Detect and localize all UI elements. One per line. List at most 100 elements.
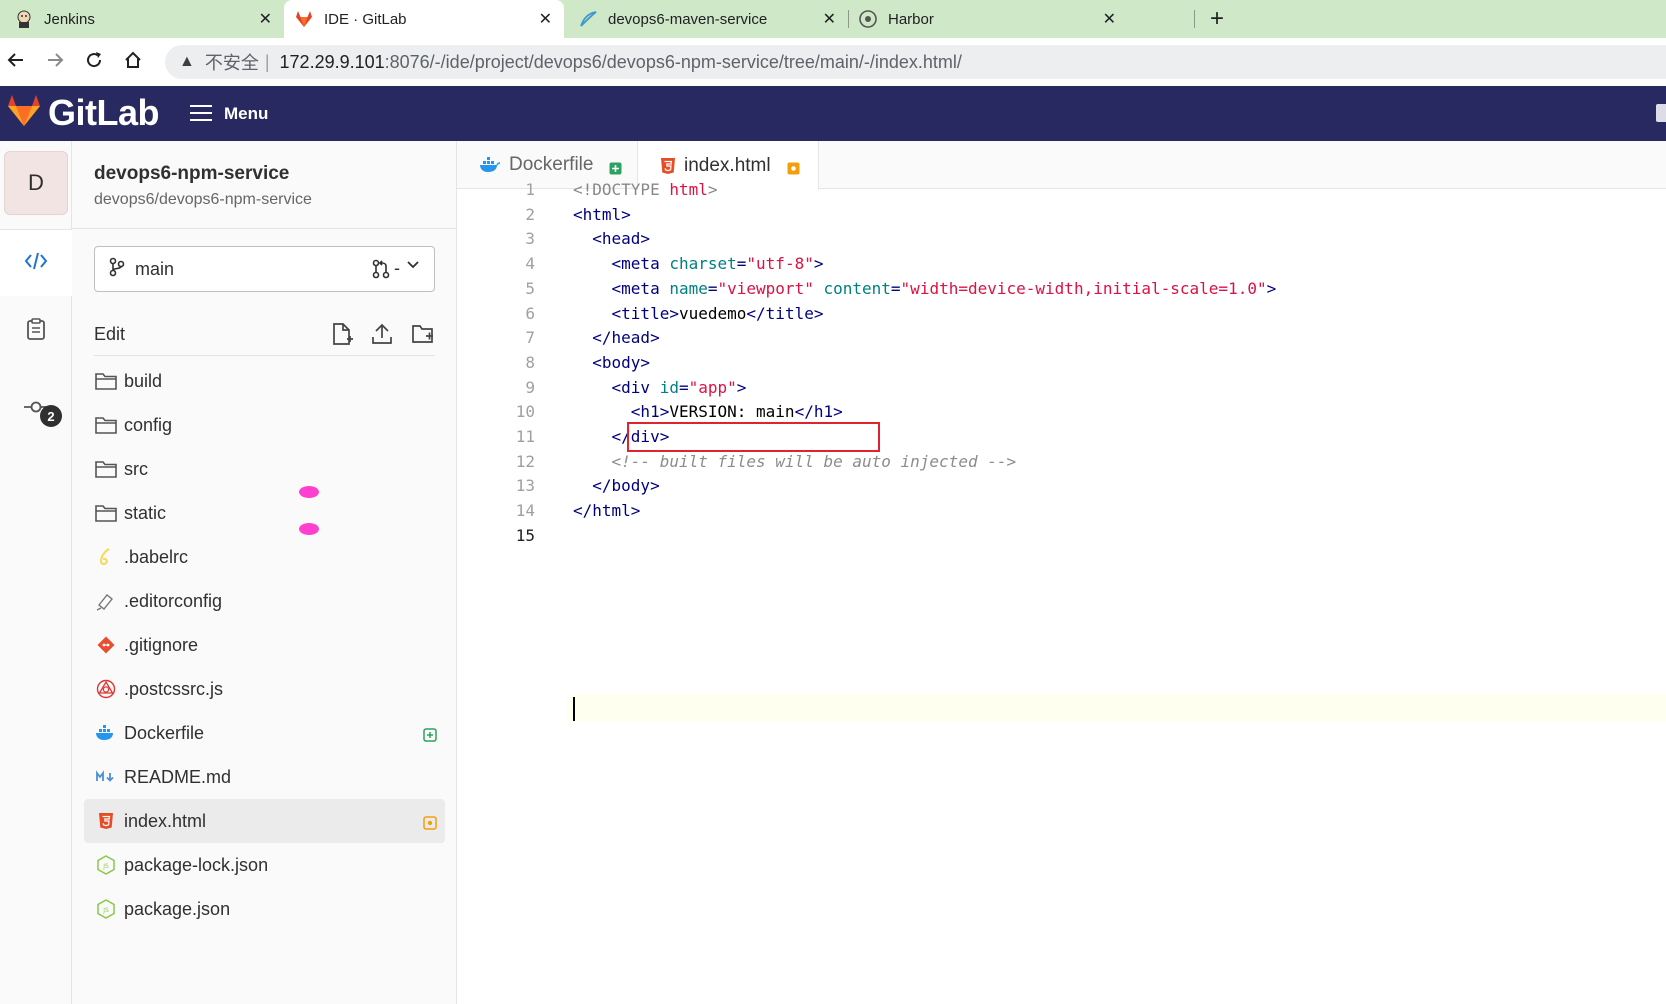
browser-tab-strip: Jenkins ✕ IDE · GitLab ✕ devops6-maven-s…	[0, 0, 1666, 38]
code-token: >	[1266, 278, 1277, 298]
new-tab-button[interactable]: +	[1210, 5, 1224, 33]
file-tree-item[interactable]: .gitignore	[84, 623, 445, 667]
harbor-icon	[858, 9, 878, 29]
code-token: >	[736, 377, 747, 397]
code-line: </body>	[573, 476, 660, 496]
code-token: =	[736, 254, 747, 274]
line-number: 9	[525, 377, 535, 397]
address-bar[interactable]: ▲ 不安全 | 172.29.9.101 :8076/-/ide/project…	[165, 45, 1666, 79]
close-icon[interactable]: ✕	[539, 9, 552, 29]
browser-tab-gitlab-ide[interactable]: IDE · GitLab ✕	[284, 0, 564, 38]
editorconfig-icon	[94, 589, 118, 613]
file-tree-item[interactable]: index.html	[84, 799, 445, 843]
code-token: =	[678, 377, 689, 397]
line-number: 12	[515, 451, 535, 471]
rail-review-mode[interactable]	[0, 301, 72, 361]
new-folder-icon[interactable]	[411, 322, 435, 351]
folder-icon	[94, 413, 118, 437]
file-tree-item[interactable]: README.md	[84, 755, 445, 799]
clipboard-icon	[27, 317, 45, 345]
file-tree-item[interactable]: .postcssrc.js	[84, 667, 445, 711]
close-icon[interactable]: ✕	[1103, 9, 1116, 29]
file-tree-item-label: .gitignore	[124, 634, 199, 655]
project-path: devops6/devops6-npm-service	[94, 191, 312, 208]
rail-commit-mode[interactable]	[0, 379, 72, 439]
jenkins-icon	[14, 9, 34, 29]
back-icon[interactable]	[6, 50, 26, 76]
line-number: 6	[525, 303, 535, 323]
code-token: </body>	[592, 476, 660, 496]
file-tree-item[interactable]: .editorconfig	[84, 579, 445, 623]
code-token: <body>	[592, 352, 651, 372]
code-token: vuedemo	[678, 303, 747, 323]
gitlab-icon	[294, 9, 314, 29]
file-tree-item-label: Dockerfile	[124, 722, 205, 743]
current-line-highlight	[567, 694, 1666, 722]
line-number: 5	[525, 278, 535, 298]
header-overflow-icon[interactable]	[1656, 104, 1666, 122]
file-tree-item-label: .editorconfig	[124, 590, 223, 611]
edit-label: Edit	[94, 324, 126, 344]
code-token: html	[669, 180, 708, 199]
file-added-icon	[423, 726, 437, 742]
gitlab-home-link[interactable]: GitLab	[6, 92, 160, 134]
git-icon	[94, 633, 118, 657]
close-icon[interactable]: ✕	[823, 9, 836, 29]
code-line: <meta charset="utf-8">	[573, 254, 824, 274]
browser-tab-title: Jenkins	[44, 10, 95, 28]
folder-icon	[94, 501, 118, 525]
file-tree-item[interactable]: JS package.json	[84, 887, 445, 931]
code-token: >	[707, 180, 718, 199]
edit-actions	[331, 322, 435, 351]
file-tree-item[interactable]: src	[84, 447, 445, 491]
project-name[interactable]: devops6-npm-service	[94, 163, 289, 185]
file-tree-item[interactable]: .babelrc	[84, 535, 445, 579]
svg-text:JS: JS	[102, 907, 109, 914]
upload-icon[interactable]	[371, 322, 393, 351]
file-tree-item[interactable]: build	[84, 359, 445, 403]
new-file-icon[interactable]	[331, 322, 353, 351]
hamburger-icon	[190, 101, 212, 127]
line-number: 10	[515, 402, 535, 422]
merge-request-value: -	[394, 258, 400, 278]
line-number: 3	[525, 229, 535, 249]
file-tree-item[interactable]: Dockerfile	[84, 711, 445, 755]
file-tree-item-label: .babelrc	[124, 546, 189, 567]
branch-icon	[109, 257, 125, 282]
file-tree-item[interactable]: JS package-lock.json	[84, 843, 445, 887]
project-avatar[interactable]: D	[4, 151, 68, 215]
forward-icon[interactable]	[45, 50, 65, 76]
close-icon[interactable]: ✕	[259, 9, 272, 29]
rail-edit-mode[interactable]	[0, 230, 72, 296]
home-icon[interactable]	[123, 50, 143, 76]
menu-button[interactable]: Menu	[190, 101, 268, 127]
nodejs-icon: JS	[94, 897, 118, 921]
reload-icon[interactable]	[84, 50, 104, 76]
ide-activity-rail: D	[0, 141, 72, 1004]
file-tree-panel: devops6-npm-service devops6/devops6-npm-…	[72, 141, 457, 1004]
file-modified-icon	[787, 159, 800, 175]
line-number: 13	[515, 476, 535, 496]
branch-dropdown[interactable]: main -	[94, 246, 435, 292]
browser-tab-maven-service[interactable]: devops6-maven-service ✕	[578, 0, 848, 38]
nodejs-icon: JS	[94, 853, 118, 877]
file-tree-item[interactable]: static	[84, 491, 445, 535]
project-header: devops6-npm-service devops6/devops6-npm-…	[72, 141, 457, 229]
text-caret	[573, 697, 575, 721]
code-editor: Dockerfile index.html 1 2 3 4 5 6 7 8 9 10 11 12 13 1…	[457, 141, 1666, 1004]
browser-tab-jenkins[interactable]: Jenkins ✕	[14, 0, 284, 38]
markdown-icon	[94, 765, 118, 789]
code-line: <meta name="viewport" content="width=dev…	[573, 278, 1277, 298]
code-token: <title>	[611, 303, 679, 323]
browser-tab-harbor[interactable]: Harbor ✕	[858, 0, 1128, 38]
merge-request-icon	[372, 259, 390, 284]
file-tree-item[interactable]: config	[84, 403, 445, 447]
tab-separator	[848, 10, 849, 28]
file-tree-item-label: static	[124, 502, 167, 523]
